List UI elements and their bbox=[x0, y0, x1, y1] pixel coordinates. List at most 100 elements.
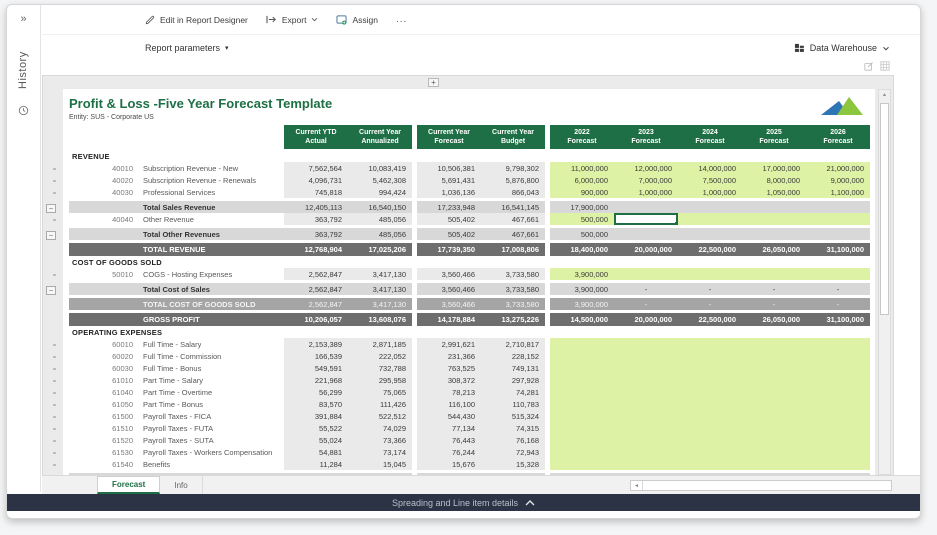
grid-cell[interactable] bbox=[806, 410, 870, 422]
grid-cell[interactable] bbox=[550, 374, 614, 386]
grid-cell[interactable] bbox=[806, 228, 870, 240]
grid-cell[interactable]: 3,733,580 bbox=[481, 283, 545, 295]
grid-cell[interactable]: - bbox=[742, 298, 806, 310]
grid-cell[interactable]: 74,029 bbox=[348, 422, 412, 434]
grid-cell[interactable] bbox=[550, 434, 614, 446]
grid-cell[interactable]: - bbox=[678, 298, 742, 310]
grid-cell[interactable] bbox=[806, 350, 870, 362]
grid-cell[interactable]: 222,052 bbox=[348, 350, 412, 362]
grid-view-icon[interactable] bbox=[880, 61, 890, 71]
grid-cell[interactable] bbox=[678, 422, 742, 434]
grid-cell[interactable]: 10,506,381 bbox=[417, 162, 481, 174]
column-expand-button[interactable]: + bbox=[428, 78, 439, 87]
grid-cell[interactable]: 2,991,621 bbox=[417, 338, 481, 350]
grid-cell[interactable] bbox=[614, 362, 678, 374]
grid-cell[interactable]: 500,000 bbox=[550, 228, 614, 240]
collapse-button[interactable]: − bbox=[46, 204, 56, 213]
grid-cell[interactable]: 15,328 bbox=[481, 458, 545, 470]
grid-cell[interactable] bbox=[678, 201, 742, 213]
grid-cell[interactable]: 21,000,000 bbox=[806, 162, 870, 174]
grid-cell[interactable]: 3,417,130 bbox=[348, 283, 412, 295]
grid-cell[interactable] bbox=[614, 201, 678, 213]
grid-cell[interactable]: 10,083,419 bbox=[348, 162, 412, 174]
grid-cell[interactable]: 26,050,000 bbox=[742, 313, 806, 326]
column-header[interactable]: 2026Forecast bbox=[806, 125, 870, 149]
grid-cell[interactable]: 22,500,000 bbox=[678, 243, 742, 256]
grid-cell[interactable]: 5,691,431 bbox=[417, 174, 481, 186]
grid-cell[interactable] bbox=[550, 362, 614, 374]
grid-cell[interactable]: 76,168 bbox=[481, 434, 545, 446]
grid-cell[interactable]: 2,710,817 bbox=[481, 338, 545, 350]
data-source-dropdown[interactable]: Data Warehouse bbox=[794, 43, 890, 53]
grid-cell[interactable] bbox=[614, 374, 678, 386]
grid-cell[interactable]: 76,244 bbox=[417, 446, 481, 458]
assign-button[interactable]: Assign bbox=[336, 15, 378, 25]
grid-cell[interactable] bbox=[806, 458, 870, 470]
scroll-up-icon[interactable]: ▲ bbox=[879, 90, 890, 101]
collapse-button[interactable]: − bbox=[46, 286, 56, 295]
grid-cell[interactable] bbox=[742, 410, 806, 422]
grid-cell[interactable]: 11,284 bbox=[284, 458, 348, 470]
grid-cell[interactable]: 3,733,580 bbox=[481, 268, 545, 280]
grid-cell[interactable] bbox=[742, 362, 806, 374]
grid-cell[interactable] bbox=[678, 350, 742, 362]
grid-cell[interactable] bbox=[742, 268, 806, 280]
grid-cell[interactable] bbox=[678, 213, 742, 225]
grid-cell[interactable] bbox=[742, 386, 806, 398]
expand-panel-icon[interactable]: » bbox=[7, 13, 40, 25]
grid-cell[interactable]: 231,366 bbox=[417, 350, 481, 362]
grid-cell[interactable] bbox=[806, 338, 870, 350]
grid-cell[interactable] bbox=[742, 338, 806, 350]
grid-cell[interactable] bbox=[806, 398, 870, 410]
export-button[interactable]: Export bbox=[266, 15, 319, 25]
grid-cell[interactable]: 749,131 bbox=[481, 362, 545, 374]
grid-cell[interactable]: 9,000,000 bbox=[806, 174, 870, 186]
grid-cell[interactable]: 363,792 bbox=[284, 228, 348, 240]
grid-cell[interactable] bbox=[678, 362, 742, 374]
grid-cell[interactable]: 3,900,000 bbox=[550, 283, 614, 295]
grid-cell[interactable]: 2,153,389 bbox=[284, 338, 348, 350]
grid-cell[interactable] bbox=[614, 386, 678, 398]
grid-cell[interactable]: 54,881 bbox=[284, 446, 348, 458]
grid-cell[interactable]: 17,900,000 bbox=[550, 201, 614, 213]
grid-cell[interactable]: 26,050,000 bbox=[742, 243, 806, 256]
grid-cell[interactable] bbox=[550, 398, 614, 410]
grid-cell[interactable] bbox=[806, 201, 870, 213]
grid-cell[interactable]: - bbox=[614, 298, 678, 310]
collapse-button[interactable]: − bbox=[46, 231, 56, 240]
grid-cell[interactable]: 3,417,130 bbox=[348, 298, 412, 310]
grid-cell[interactable]: 3,733,580 bbox=[481, 298, 545, 310]
grid-cell[interactable] bbox=[614, 350, 678, 362]
grid-cell[interactable] bbox=[742, 434, 806, 446]
grid-cell[interactable]: 110,783 bbox=[481, 398, 545, 410]
scrollbar-thumb[interactable] bbox=[880, 103, 889, 315]
grid-cell[interactable]: 111,426 bbox=[348, 398, 412, 410]
horizontal-scrollbar[interactable]: ◄ bbox=[630, 480, 892, 491]
grid-cell[interactable]: 77,134 bbox=[417, 422, 481, 434]
grid-cell[interactable]: 73,174 bbox=[348, 446, 412, 458]
grid-cell[interactable]: 11,000,000 bbox=[550, 162, 614, 174]
grid-cell[interactable]: 3,560,466 bbox=[417, 268, 481, 280]
grid-cell[interactable]: 116,100 bbox=[417, 398, 481, 410]
grid-cell[interactable]: 8,000,000 bbox=[742, 174, 806, 186]
grid-cell[interactable]: 17,000,000 bbox=[742, 162, 806, 174]
grid-cell[interactable]: 763,525 bbox=[417, 362, 481, 374]
grid-cell[interactable]: 515,324 bbox=[481, 410, 545, 422]
grid-cell[interactable]: 522,512 bbox=[348, 410, 412, 422]
grid-cell[interactable] bbox=[678, 374, 742, 386]
grid-cell[interactable] bbox=[678, 398, 742, 410]
column-header[interactable]: Current YTDActual bbox=[284, 125, 348, 149]
grid-cell[interactable]: 20,000,000 bbox=[614, 243, 678, 256]
grid-cell[interactable] bbox=[678, 386, 742, 398]
grid-cell[interactable] bbox=[742, 374, 806, 386]
scroll-left-icon[interactable]: ◄ bbox=[631, 481, 643, 490]
grid-cell[interactable] bbox=[678, 338, 742, 350]
column-header[interactable]: 2025Forecast bbox=[742, 125, 806, 149]
grid-cell[interactable] bbox=[806, 213, 870, 225]
grid-cell[interactable]: 14,178,884 bbox=[417, 313, 481, 326]
grid-cell[interactable] bbox=[550, 386, 614, 398]
grid-cell[interactable] bbox=[742, 213, 806, 225]
grid-cell[interactable]: 295,958 bbox=[348, 374, 412, 386]
grid-cell[interactable] bbox=[550, 350, 614, 362]
grid-cell[interactable]: 166,539 bbox=[284, 350, 348, 362]
